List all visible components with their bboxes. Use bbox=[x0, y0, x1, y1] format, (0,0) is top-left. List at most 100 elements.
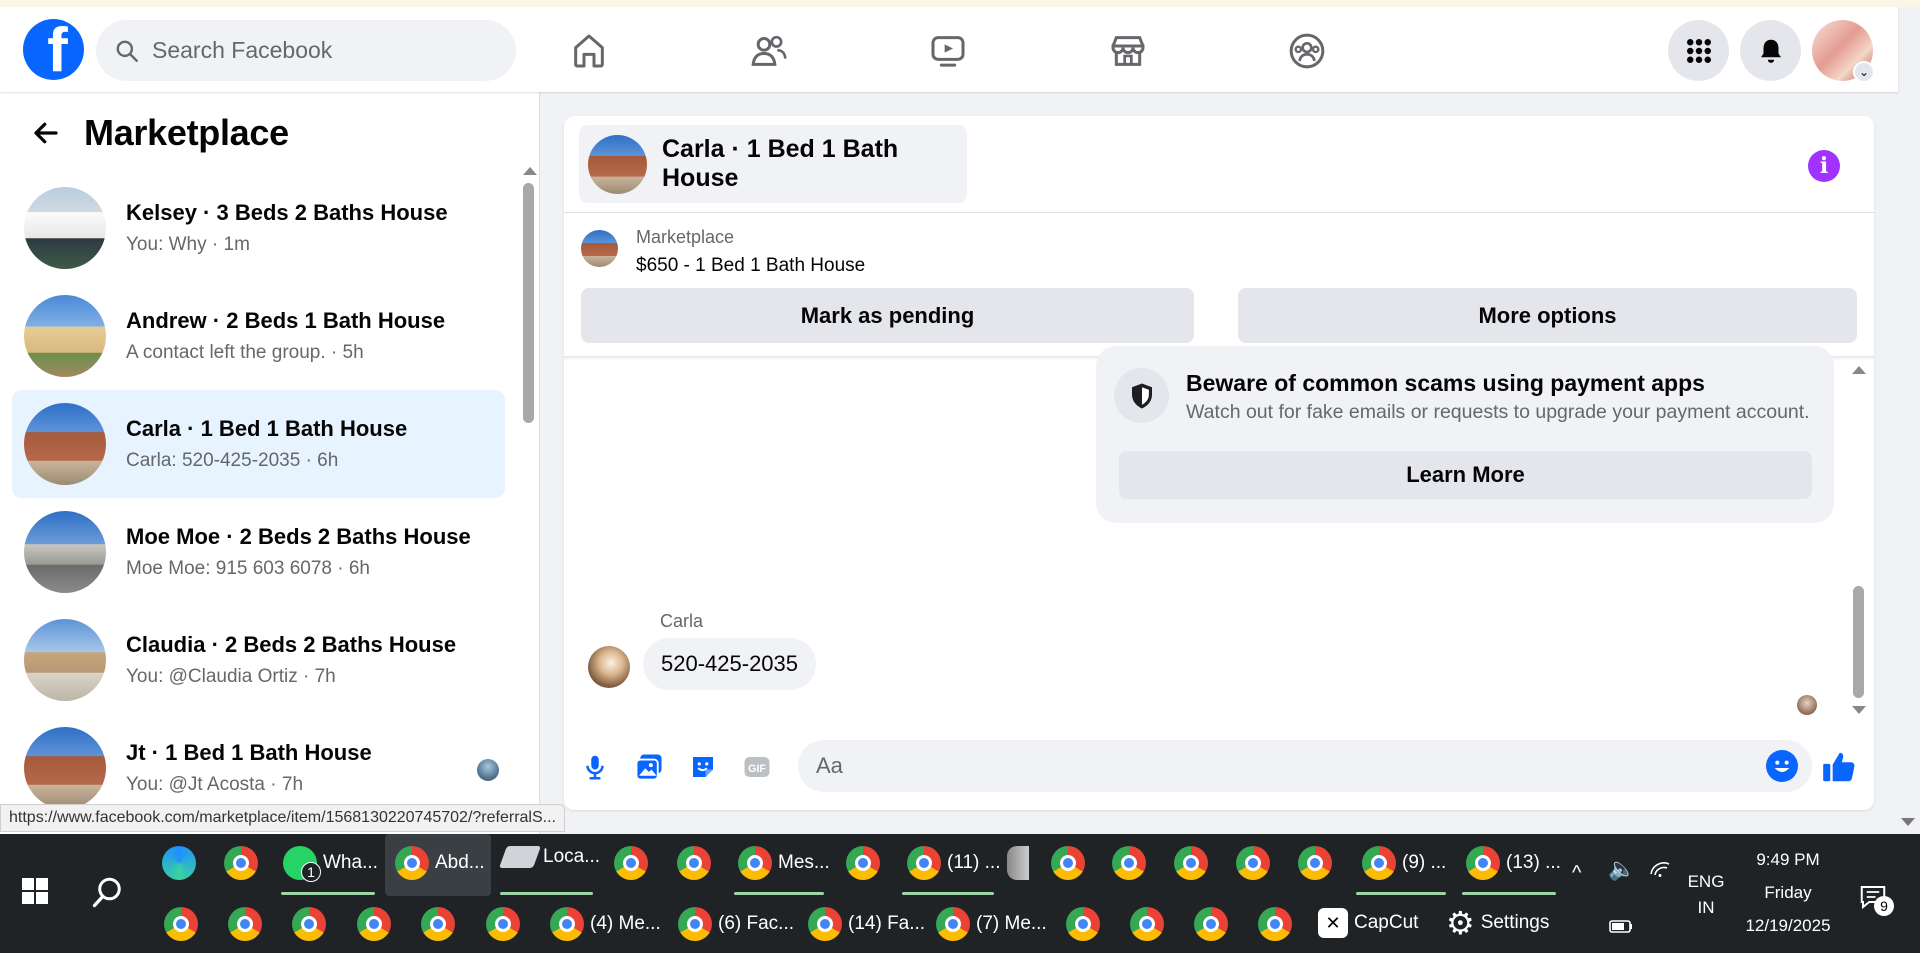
search-input[interactable] bbox=[152, 37, 492, 64]
listing-thumbnail bbox=[24, 727, 106, 809]
chat-scroll-up-icon[interactable] bbox=[1852, 366, 1866, 374]
chat-title: Carla · 1 Bed 1 Bath House bbox=[662, 135, 899, 192]
photo-icon[interactable] bbox=[632, 750, 666, 784]
taskbar-chrome-icon[interactable] bbox=[846, 846, 880, 880]
conversation-item-moe-moe[interactable]: Moe Moe · 2 Beds 2 Baths House Moe Moe: … bbox=[12, 498, 505, 606]
clock[interactable]: 9:49 PM Friday 12/19/2025 bbox=[1738, 850, 1838, 936]
taskbar-chrome-icon[interactable] bbox=[292, 907, 326, 941]
taskbar-chrome-icon[interactable] bbox=[1130, 907, 1164, 941]
message-input[interactable] bbox=[816, 753, 1716, 779]
taskbar-chrome-icon[interactable] bbox=[1236, 846, 1270, 880]
taskbar-edge-icon[interactable] bbox=[162, 846, 196, 880]
taskbar-chrome-icon[interactable] bbox=[164, 907, 198, 941]
sidebar-scroll-thumb[interactable] bbox=[523, 183, 534, 423]
marketplace-icon[interactable] bbox=[1106, 29, 1150, 73]
listing-title[interactable]: $650 - 1 Bed 1 Bath House bbox=[636, 255, 865, 277]
taskbar-drive-local[interactable]: Loca... bbox=[498, 846, 600, 868]
taskbar-label: (9) ... bbox=[1402, 852, 1447, 873]
taskbar-label: (14) Fa... bbox=[848, 913, 926, 934]
facebook-logo-letter: f bbox=[47, 19, 68, 81]
sender-avatar[interactable] bbox=[588, 646, 630, 688]
sidebar-scrollbar[interactable] bbox=[520, 167, 537, 834]
wifi-icon[interactable] bbox=[1648, 856, 1672, 885]
taskbar-chrome-13[interactable]: (13) ... bbox=[1466, 846, 1561, 880]
taskbar-capcut[interactable]: ✕ CapCut bbox=[1318, 908, 1418, 938]
taskbar-chrome-icon[interactable] bbox=[1066, 907, 1100, 941]
chevron-down-icon[interactable]: ⌄ bbox=[1853, 61, 1875, 83]
taskbar-chrome-icon[interactable] bbox=[1298, 846, 1332, 880]
chat-header[interactable]: Carla · 1 Bed 1 Bath House bbox=[579, 125, 967, 203]
taskbar-chrome-icon[interactable] bbox=[224, 846, 258, 880]
video-icon[interactable] bbox=[926, 29, 970, 73]
taskbar-chrome-abd[interactable]: Abd... bbox=[395, 846, 485, 880]
taskbar-chrome-6-fac[interactable]: (6) Fac... bbox=[678, 907, 794, 941]
scroll-up-arrow-icon[interactable] bbox=[523, 167, 537, 175]
taskbar-chrome-icon[interactable] bbox=[486, 907, 520, 941]
taskbar-chrome-icon[interactable] bbox=[1112, 846, 1146, 880]
taskbar-chrome-icon[interactable] bbox=[1194, 907, 1228, 941]
gif-icon[interactable]: GIF bbox=[740, 750, 774, 784]
windows-start-icon[interactable] bbox=[22, 878, 48, 904]
taskbar-chrome-icon[interactable] bbox=[614, 846, 648, 880]
learn-more-button[interactable]: Learn More bbox=[1119, 451, 1812, 499]
chat-scroll-thumb[interactable] bbox=[1853, 586, 1864, 698]
conversation-title: Moe Moe · 2 Beds 2 Baths House bbox=[126, 524, 471, 549]
mark-as-pending-button[interactable]: Mark as pending bbox=[581, 288, 1194, 343]
back-arrow-icon[interactable] bbox=[28, 115, 64, 151]
show-hidden-icons-chevron[interactable]: ^ bbox=[1572, 862, 1581, 885]
message-bubble[interactable]: 520-425-2035 bbox=[643, 638, 817, 690]
conversation-title: Kelsey · 3 Beds 2 Baths House bbox=[126, 200, 448, 225]
facebook-logo[interactable]: f bbox=[23, 19, 84, 80]
page-scroll-down-icon[interactable] bbox=[1901, 818, 1915, 826]
taskbar-chrome-4-me[interactable]: (4) Me... bbox=[550, 907, 661, 941]
taskbar-search-icon[interactable] bbox=[90, 874, 126, 910]
emoji-icon[interactable] bbox=[1766, 750, 1798, 782]
sticker-icon[interactable] bbox=[686, 750, 720, 784]
taskbar-whatsapp[interactable]: 1 Wha... bbox=[283, 846, 378, 882]
language-indicator[interactable]: ENG IN bbox=[1686, 872, 1726, 918]
conversation-item-claudia[interactable]: Claudia · 2 Beds 2 Baths House You: @Cla… bbox=[12, 606, 505, 714]
chat-scroll-down-icon[interactable] bbox=[1852, 706, 1866, 714]
taskbar-chrome-icon[interactable] bbox=[1258, 907, 1292, 941]
taskbar-label: CapCut bbox=[1354, 912, 1419, 933]
menu-grid-button[interactable] bbox=[1668, 20, 1729, 81]
taskbar-chrome-icon[interactable] bbox=[677, 846, 711, 880]
conversation-preview: You: @Jt Acosta · 7h bbox=[126, 774, 304, 795]
notification-center-icon[interactable]: 9 bbox=[1858, 882, 1894, 917]
groups-icon[interactable] bbox=[1285, 29, 1329, 73]
taskbar-settings[interactable]: ⚙ Settings bbox=[1446, 907, 1549, 939]
taskbar-chrome-7-me[interactable]: (7) Me... bbox=[936, 907, 1047, 941]
conversation-list: Kelsey · 3 Beds 2 Baths House You: Why ·… bbox=[12, 174, 505, 822]
taskbar-chrome-9[interactable]: (9) ... bbox=[1362, 846, 1446, 880]
taskbar-chrome-icon[interactable] bbox=[421, 907, 455, 941]
microphone-icon[interactable] bbox=[578, 750, 612, 784]
search-box[interactable] bbox=[96, 20, 516, 81]
listing-thumbnail-small[interactable] bbox=[581, 230, 618, 267]
volume-icon[interactable]: 🔈 bbox=[1608, 856, 1635, 882]
facebook-header: f ⌄ bbox=[0, 7, 1898, 92]
notifications-button[interactable] bbox=[1740, 20, 1801, 81]
taskbar-chrome-icon[interactable] bbox=[357, 907, 391, 941]
taskbar-chrome-icon[interactable] bbox=[1051, 846, 1085, 880]
taskbar-chrome-messenger[interactable]: Mes... bbox=[738, 846, 830, 880]
info-icon[interactable]: i bbox=[1808, 150, 1840, 182]
taskbar-chrome-icon[interactable] bbox=[228, 907, 262, 941]
taskbar-chrome-11[interactable]: (11) ... bbox=[907, 846, 1001, 880]
taskbar-chrome-icon[interactable] bbox=[1174, 846, 1208, 880]
listing-thumbnail bbox=[24, 619, 106, 701]
friends-icon[interactable] bbox=[747, 29, 791, 73]
battery-icon[interactable] bbox=[1608, 916, 1634, 941]
thumbs-up-icon[interactable] bbox=[1820, 748, 1858, 786]
taskbar-app-icon[interactable] bbox=[1007, 846, 1029, 880]
message-composer[interactable] bbox=[798, 740, 1812, 792]
capcut-icon: ✕ bbox=[1318, 908, 1348, 938]
listing-thumbnail bbox=[24, 187, 106, 269]
conversation-preview: You: @Claudia Ortiz · 7h bbox=[126, 666, 336, 687]
home-icon[interactable] bbox=[567, 29, 611, 73]
conversation-item-carla[interactable]: Carla · 1 Bed 1 Bath House Carla: 520-42… bbox=[12, 390, 505, 498]
scam-warning-subtitle: Watch out for fake emails or requests to… bbox=[1186, 401, 1810, 423]
conversation-item-andrew[interactable]: Andrew · 2 Beds 1 Bath House A contact l… bbox=[12, 282, 505, 390]
conversation-item-kelsey[interactable]: Kelsey · 3 Beds 2 Baths House You: Why ·… bbox=[12, 174, 505, 282]
taskbar-chrome-14-fa[interactable]: (14) Fa... bbox=[808, 907, 925, 941]
more-options-button[interactable]: More options bbox=[1238, 288, 1857, 343]
